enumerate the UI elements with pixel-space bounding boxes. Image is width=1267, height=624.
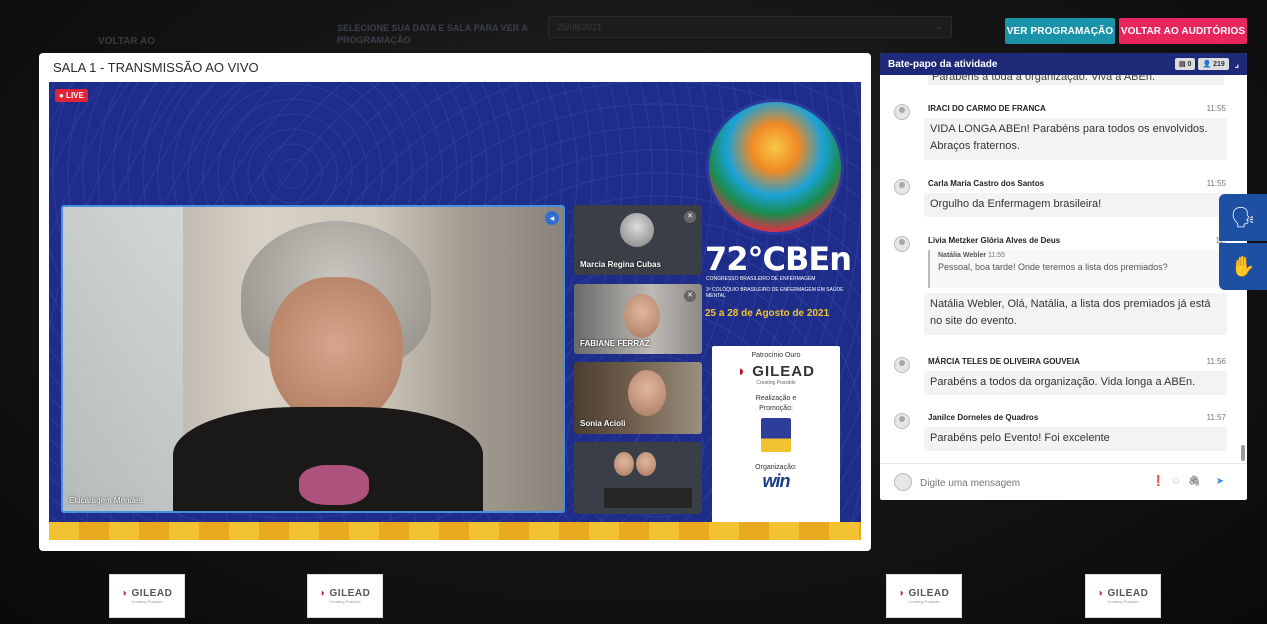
message-text: Natália Webler, Olá, Natália, a lista do… — [924, 293, 1227, 335]
emoji-icon[interactable]: ☺ — [1170, 476, 1182, 488]
sign-language-button[interactable]: ✋ — [1219, 243, 1267, 290]
date-select-value: 25/08/2021 — [557, 22, 603, 32]
realizacao-label: Realização e Promoção: — [755, 395, 797, 412]
user-avatar-icon — [894, 179, 910, 195]
participant-tile[interactable]: ✕ FABIANE FERRAZ — [574, 284, 702, 354]
organizacao-label: Organização: — [755, 464, 797, 471]
aben-logo — [761, 418, 791, 452]
participant-name: Marcia Regina Cubas — [580, 260, 661, 269]
message-text: Parabéns pelo Evento! Foi excelente — [924, 427, 1227, 451]
speaker-scarf — [299, 465, 369, 505]
main-speaker-name: Elucaragem Mendes — [69, 496, 143, 505]
message-time: 11:55 — [1206, 179, 1226, 188]
send-icon[interactable]: ➤ — [1214, 476, 1226, 488]
message-author: IRACI DO CARMO DE FRANCA — [928, 104, 1046, 113]
stage-footer-strip — [49, 522, 861, 540]
panel-title: SALA 1 - TRANSMISSÃO AO VIVO — [53, 60, 259, 75]
footer-sponsor-logo: ◗ GILEAD Creating Possible — [1085, 574, 1161, 618]
participant-tile[interactable] — [574, 442, 702, 514]
participant-name: Sonia Acioli — [580, 419, 626, 428]
sign-language-hands-icon: ✋ — [1230, 256, 1256, 278]
quoted-author: Natália Webler 11:55 — [938, 252, 1006, 259]
pin-icon[interactable]: ◂ — [545, 211, 559, 225]
users-count-badge[interactable]: 👤 219 — [1198, 58, 1229, 70]
participant-tile[interactable]: ✕ Marcia Regina Cubas — [574, 205, 702, 275]
chat-message-list[interactable]: Parabéns a toda a organização. Viva a AB… — [880, 75, 1247, 463]
scrollbar-thumb[interactable] — [1241, 445, 1245, 461]
speaker-face — [269, 277, 403, 427]
message-time: 11:56 — [1206, 357, 1226, 366]
message-text: Parabéns a todos da organização. Vida lo… — [924, 371, 1227, 395]
gilead-tagline: Creating Possible — [756, 380, 796, 386]
ver-programacao-button[interactable]: VER PROGRAMAÇÃO — [1005, 18, 1115, 44]
user-avatar-icon — [894, 236, 910, 252]
video-panel: SALA 1 - TRANSMISSÃO AO VIVO ● LIVE ◂ El… — [39, 53, 871, 551]
user-avatar-icon — [894, 473, 912, 491]
window-background — [63, 207, 183, 511]
gilead-logo: ◗ GILEAD — [737, 363, 815, 380]
mic-muted-icon: ✕ — [684, 290, 696, 302]
speaking-person-icon: 🗣 — [1230, 207, 1256, 229]
date-select[interactable]: 25/08/2021 ⌄ — [548, 16, 952, 38]
message-text: VIDA LONGA ABEn! Parabéns para todos os … — [924, 118, 1227, 160]
message-time: 11:57 — [1206, 413, 1226, 422]
participant-avatar — [620, 213, 654, 247]
footer-sponsor-logo: ◗ GILEAD Creating Possible — [109, 574, 185, 618]
quoted-text: Pessoal, boa tarde! Onde teremos a lista… — [938, 262, 1168, 272]
event-title: 72°CBEn — [705, 240, 852, 278]
info-icon[interactable]: ❗ — [1152, 476, 1164, 488]
mic-muted-icon: ✕ — [684, 211, 696, 223]
event-dates: 25 a 28 de Agosto de 2021 — [705, 308, 830, 319]
attachment-icon[interactable]: 🖇 — [1188, 476, 1201, 488]
chat-message-input[interactable] — [920, 473, 1150, 493]
user-avatar-icon — [894, 104, 910, 120]
participant-tile[interactable]: Sonia Acioli — [574, 362, 702, 434]
participant-name: FABIANE FERRAZ — [580, 339, 650, 348]
user-avatar-icon — [894, 413, 910, 429]
win-logo: win — [762, 471, 791, 491]
event-emblem-logo — [706, 99, 844, 235]
event-subtitle-2: 3º COLÓQUIO BRASILEIRO DE ENFERMAGEM EM … — [706, 287, 844, 299]
back-label: VOLTAR AO — [98, 36, 156, 47]
video-stage[interactable]: ● LIVE ◂ Elucaragem Mendes ✕ Marcia Regi… — [49, 82, 861, 540]
voltar-auditorios-button[interactable]: VOLTAR AO AUDITÓRIOS — [1119, 18, 1247, 44]
chat-panel: Bate-papo da atividade ▤ 0 👤 219 ⌟ Parab… — [880, 53, 1247, 500]
main-speaker-video[interactable]: ◂ Elucaragem Mendes — [61, 205, 565, 513]
live-badge: ● LIVE — [55, 89, 88, 102]
chat-message-partial: Parabéns a toda a organização. Viva a AB… — [928, 75, 1224, 85]
footer-sponsor-logo: ◗ GILEAD Creating Possible — [307, 574, 383, 618]
message-author: Janilce Dorneles de Quadros — [928, 413, 1039, 422]
participant-face — [614, 452, 634, 476]
user-avatar-icon — [894, 357, 910, 373]
chat-input-row: ❗ ☺ 🖇 ➤ — [880, 463, 1247, 500]
participant-face — [628, 370, 666, 416]
date-room-select-label: SELECIONE SUA DATA E SALA PARA VER A PRO… — [337, 23, 528, 45]
audio-accessibility-button[interactable]: 🗣 — [1219, 194, 1267, 241]
quoted-message: Natália Webler 11:55 Pessoal, boa tarde!… — [928, 250, 1224, 288]
minimize-icon[interactable]: ⌟ — [1235, 59, 1239, 70]
patrocinio-label: Patrocínio Ouro — [751, 352, 801, 359]
message-time: 11:55 — [1206, 104, 1226, 113]
event-subtitle: CONGRESSO BRASILEIRO DE ENFERMAGEM — [706, 276, 816, 282]
message-text: Orgulho da Enfermagem brasileira! — [924, 193, 1227, 217]
chevron-down-icon: ⌄ — [935, 21, 943, 31]
message-author: Carla Maria Castro dos Santos — [928, 179, 1045, 188]
participant-face — [636, 452, 656, 476]
participant-face — [624, 294, 660, 338]
footer-sponsor-logo: ◗ GILEAD Creating Possible — [886, 574, 962, 618]
message-author: Livia Metzker Glória Alves de Deus — [928, 236, 1061, 245]
chat-title: Bate-papo da atividade — [888, 58, 998, 70]
message-author: MÁRCIA TELES DE OLIVEIRA GOUVEIA — [928, 357, 1080, 366]
messages-count-badge[interactable]: ▤ 0 — [1174, 58, 1196, 70]
sponsor-box: Patrocínio Ouro ◗ GILEAD Creating Possib… — [712, 346, 840, 530]
chat-header: Bate-papo da atividade ▤ 0 👤 219 ⌟ — [880, 53, 1247, 75]
name-bar — [604, 488, 692, 508]
